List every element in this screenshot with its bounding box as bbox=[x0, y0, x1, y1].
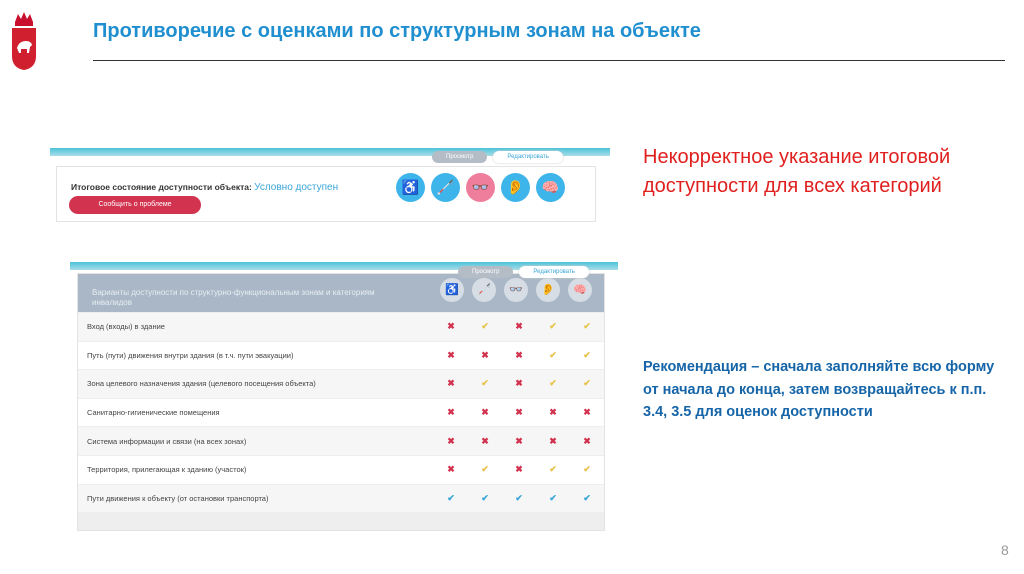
cross-icon: ✖ bbox=[515, 321, 523, 332]
check-icon: ✔ bbox=[481, 492, 489, 503]
zone-name: Система информации и связи (на всех зона… bbox=[87, 436, 247, 446]
zone-name: Пути движения к объекту (от остановки тр… bbox=[87, 493, 269, 503]
zone-name: Зона целевого назначения здания (целевог… bbox=[87, 379, 316, 389]
report-problem-button[interactable]: Сообщить о проблеме bbox=[69, 196, 201, 214]
wheelchair-icon: ♿ bbox=[396, 173, 425, 202]
table-header: Варианты доступности по структурно-функц… bbox=[78, 274, 604, 312]
tab-view[interactable]: Просмотр bbox=[458, 266, 514, 278]
tab-edit[interactable]: Редактировать bbox=[493, 151, 563, 163]
view-tabs: Просмотр Редактировать bbox=[432, 151, 563, 163]
glasses-icon: 👓 bbox=[466, 173, 495, 202]
check-icon: ✔ bbox=[549, 349, 557, 360]
check-icon: ✔ bbox=[583, 349, 591, 360]
cross-icon: ✖ bbox=[481, 435, 489, 446]
check-icon: ✔ bbox=[515, 492, 523, 503]
ear-icon: 👂 bbox=[501, 173, 530, 202]
check-icon: ✔ bbox=[549, 464, 557, 475]
cross-icon: ✖ bbox=[549, 435, 557, 446]
cane-icon: 🦯 bbox=[431, 173, 460, 202]
perm-coat-of-arms-logo bbox=[12, 12, 36, 70]
error-note: Некорректное указание итоговой доступнос… bbox=[643, 146, 951, 197]
check-icon: ✔ bbox=[583, 321, 591, 332]
ear-icon: 👂 bbox=[536, 278, 560, 302]
cross-icon: ✖ bbox=[515, 349, 523, 360]
zone-name: Территория, прилегающая к зданию (участо… bbox=[87, 465, 247, 475]
cross-icon: ✖ bbox=[481, 407, 489, 418]
head-icon: 🧠 bbox=[536, 173, 565, 202]
zone-name: Санитарно-гигиенические помещения bbox=[87, 408, 220, 418]
status-label: Итоговое состояние доступности объекта: … bbox=[71, 182, 338, 193]
check-icon: ✔ bbox=[481, 321, 489, 332]
check-icon: ✔ bbox=[549, 378, 557, 389]
cross-icon: ✖ bbox=[447, 378, 455, 389]
check-icon: ✔ bbox=[481, 464, 489, 475]
cross-icon: ✖ bbox=[447, 349, 455, 360]
status-value: Условно доступен bbox=[254, 182, 339, 193]
table-row: Зона целевого назначения здания (целевог… bbox=[78, 369, 604, 398]
cross-icon: ✖ bbox=[515, 378, 523, 389]
cross-icon: ✖ bbox=[447, 435, 455, 446]
header-icons: ♿ 🦯 👓 👂 🧠 bbox=[440, 278, 592, 302]
check-icon: ✔ bbox=[549, 492, 557, 503]
page-title: Противоречие с оценками по структурным з… bbox=[93, 20, 701, 42]
table-row: Путь (пути) движения внутри здания (в т.… bbox=[78, 340, 604, 370]
zone-name: Вход (входы) в здание bbox=[87, 322, 165, 332]
table-row: Территория, прилегающая к зданию (участо… bbox=[78, 454, 604, 484]
cross-icon: ✖ bbox=[583, 435, 591, 446]
tab-edit[interactable]: Редактировать bbox=[519, 266, 589, 278]
zone-name: Путь (пути) движения внутри здания (в т.… bbox=[87, 350, 294, 360]
cross-icon: ✖ bbox=[447, 407, 455, 418]
zones-table: Варианты доступности по структурно-функц… bbox=[77, 273, 605, 532]
table-row: Пути движения к объекту (от остановки тр… bbox=[78, 483, 604, 513]
category-icons: ♿ 🦯 👓 👂 🧠 bbox=[396, 173, 565, 202]
cross-icon: ✖ bbox=[583, 407, 591, 418]
wheelchair-icon: ♿ bbox=[440, 278, 464, 302]
check-icon: ✔ bbox=[481, 378, 489, 389]
cross-icon: ✖ bbox=[447, 464, 455, 475]
cane-icon: 🦯 bbox=[472, 278, 496, 302]
check-icon: ✔ bbox=[549, 321, 557, 332]
table-row: Система информации и связи (на всех зона… bbox=[78, 426, 604, 455]
view-tabs: Просмотр Редактировать bbox=[458, 266, 589, 278]
cross-icon: ✖ bbox=[481, 349, 489, 360]
cross-icon: ✖ bbox=[447, 321, 455, 332]
status-label-text: Итоговое состояние доступности объекта: bbox=[71, 182, 255, 192]
page-number: 8 bbox=[1001, 542, 1009, 558]
table-body: Вход (входы) в здание ✖ ✔ ✖ ✔ ✔ Путь (пути) дв… bbox=[78, 312, 604, 513]
summary-card: Итоговое состояние доступности объекта: … bbox=[56, 166, 596, 222]
cross-icon: ✖ bbox=[515, 464, 523, 475]
check-icon: ✔ bbox=[583, 464, 591, 475]
check-icon: ✔ bbox=[583, 492, 591, 503]
table-footer bbox=[78, 512, 604, 531]
check-icon: ✔ bbox=[447, 492, 455, 503]
cross-icon: ✖ bbox=[515, 435, 523, 446]
glasses-icon: 👓 bbox=[504, 278, 528, 302]
screenshot-summary: Просмотр Редактировать Итоговое состояни… bbox=[50, 148, 610, 224]
screenshot-zones-table: Просмотр Редактировать Варианты доступно… bbox=[70, 262, 618, 532]
tab-view[interactable]: Просмотр bbox=[432, 151, 488, 163]
recommendation-note: Рекомендация – сначала заполняйте всю фо… bbox=[643, 359, 995, 420]
cross-icon: ✖ bbox=[549, 407, 557, 418]
title-divider bbox=[93, 60, 1005, 61]
head-icon: 🧠 bbox=[568, 278, 592, 302]
table-row: Вход (входы) в здание ✖ ✔ ✖ ✔ ✔ bbox=[78, 312, 604, 341]
table-header-label: Варианты доступности по структурно-функц… bbox=[92, 288, 375, 306]
cross-icon: ✖ bbox=[515, 407, 523, 418]
check-icon: ✔ bbox=[583, 378, 591, 389]
table-row: Санитарно-гигиенические помещения ✖ ✖ ✖ ✖ ✖ bbox=[78, 397, 604, 427]
